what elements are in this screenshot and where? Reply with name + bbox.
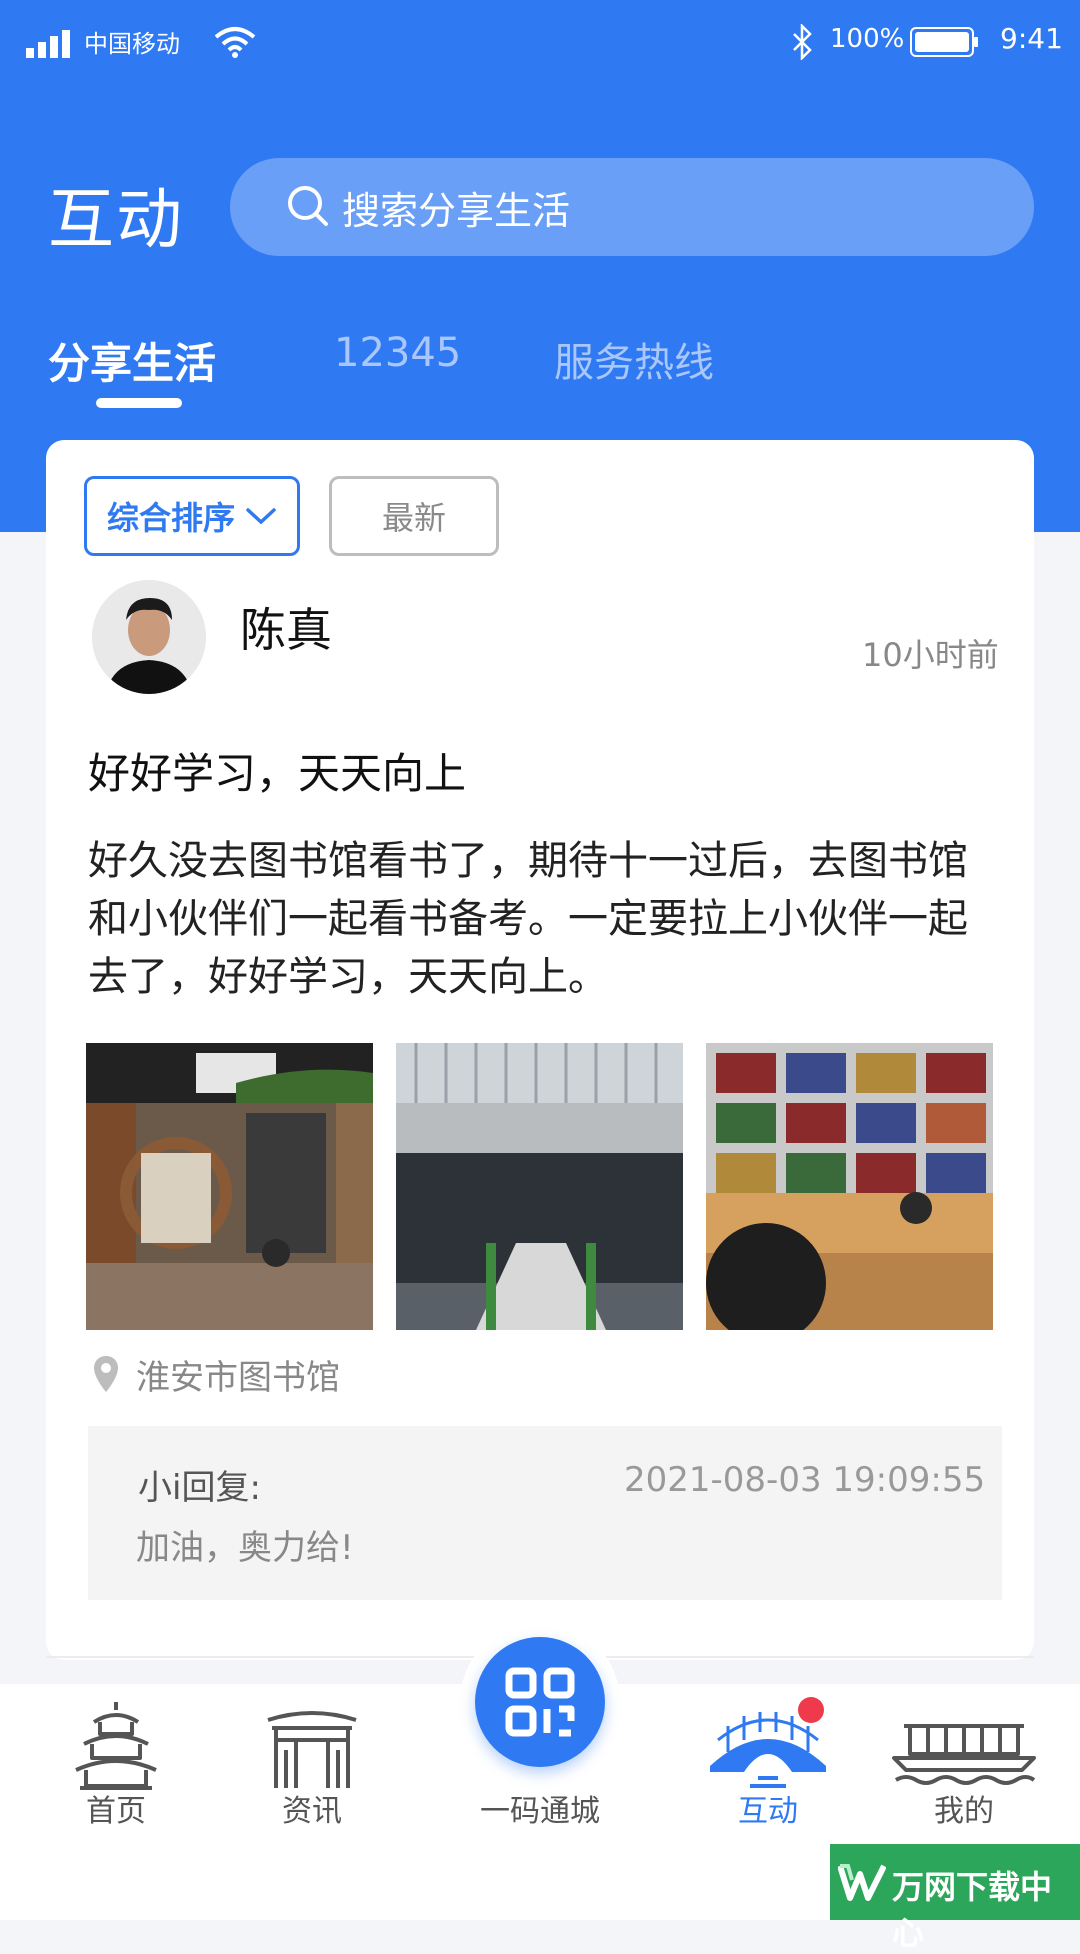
post-photo-2[interactable] bbox=[396, 1043, 683, 1330]
tab-indicator bbox=[96, 398, 182, 408]
reply-time: 2021-08-03 19:09:55 bbox=[624, 1460, 986, 1500]
search-icon bbox=[288, 186, 328, 226]
page-title: 互动 bbox=[48, 181, 184, 258]
tab-share-life[interactable]: 分享生活 bbox=[48, 330, 216, 391]
status-bar: 中国移动 100% 9:41 bbox=[0, 0, 1080, 84]
qr-code-icon bbox=[505, 1667, 575, 1737]
battery-percent: 100% bbox=[830, 24, 905, 54]
reply-box: 小i回复: 2021-08-03 19:09:55 加油，奥力给! bbox=[88, 1426, 1002, 1600]
search-bar[interactable]: 搜索分享生活 bbox=[230, 158, 1034, 256]
avatar-image bbox=[92, 580, 206, 694]
post-photo-1[interactable] bbox=[86, 1043, 373, 1330]
post-body: 好久没去图书馆看书了，期待十一过后，去图书馆和小伙伴们一起看书备考。一定要拉上小… bbox=[88, 838, 968, 1000]
bluetooth-icon bbox=[793, 24, 812, 60]
post-username[interactable]: 陈真 bbox=[240, 594, 332, 660]
pagoda-icon bbox=[75, 1702, 157, 1790]
watermark-text: 万网下载中心 bbox=[892, 1868, 1053, 1952]
boat-icon bbox=[892, 1724, 1036, 1785]
notification-badge bbox=[798, 1697, 824, 1723]
sort-comprehensive-button[interactable]: 综合排序 bbox=[84, 476, 300, 556]
watermark-logo-icon bbox=[838, 1864, 886, 1901]
reply-text: 加油，奥力给! bbox=[136, 1528, 354, 1568]
city-code-button[interactable] bbox=[475, 1637, 605, 1767]
signal-icon bbox=[26, 30, 70, 58]
clock: 9:41 bbox=[1000, 22, 1063, 55]
avatar[interactable] bbox=[92, 580, 206, 694]
chevron-down-icon bbox=[246, 508, 276, 525]
wifi-icon bbox=[214, 27, 256, 58]
nav-city-code-label[interactable]: 一码通城 bbox=[460, 1786, 620, 1830]
carrier-label: 中国移动 bbox=[84, 30, 180, 58]
post-photo-3[interactable] bbox=[706, 1043, 993, 1330]
nav-mine-label[interactable]: 我的 bbox=[884, 1786, 1044, 1830]
battery-icon bbox=[910, 27, 978, 57]
post-location[interactable]: 淮安市图书馆 bbox=[136, 1350, 340, 1399]
bridge-icon bbox=[710, 1712, 826, 1788]
post-time: 10小时前 bbox=[862, 636, 999, 674]
sort-latest-label: 最新 bbox=[381, 499, 446, 537]
reply-author: 小i回复: bbox=[138, 1468, 261, 1508]
archway-icon bbox=[267, 1711, 357, 1788]
nav-news-label[interactable]: 资讯 bbox=[232, 1786, 392, 1830]
location-pin-icon bbox=[94, 1356, 118, 1392]
nav-interact-label[interactable]: 互动 bbox=[688, 1786, 848, 1830]
tab-service-hotline[interactable]: 服务热线 bbox=[554, 330, 714, 388]
tab-12345[interactable]: 12345 bbox=[334, 330, 461, 376]
search-placeholder: 搜索分享生活 bbox=[342, 189, 571, 233]
sort-comprehensive-label: 综合排序 bbox=[106, 499, 235, 537]
watermark-badge: 万网下载中心 bbox=[830, 1844, 1080, 1952]
nav-home-label[interactable]: 首页 bbox=[36, 1786, 196, 1830]
post-title: 好好学习，天天向上 bbox=[88, 749, 467, 798]
sort-latest-button[interactable]: 最新 bbox=[329, 476, 499, 556]
